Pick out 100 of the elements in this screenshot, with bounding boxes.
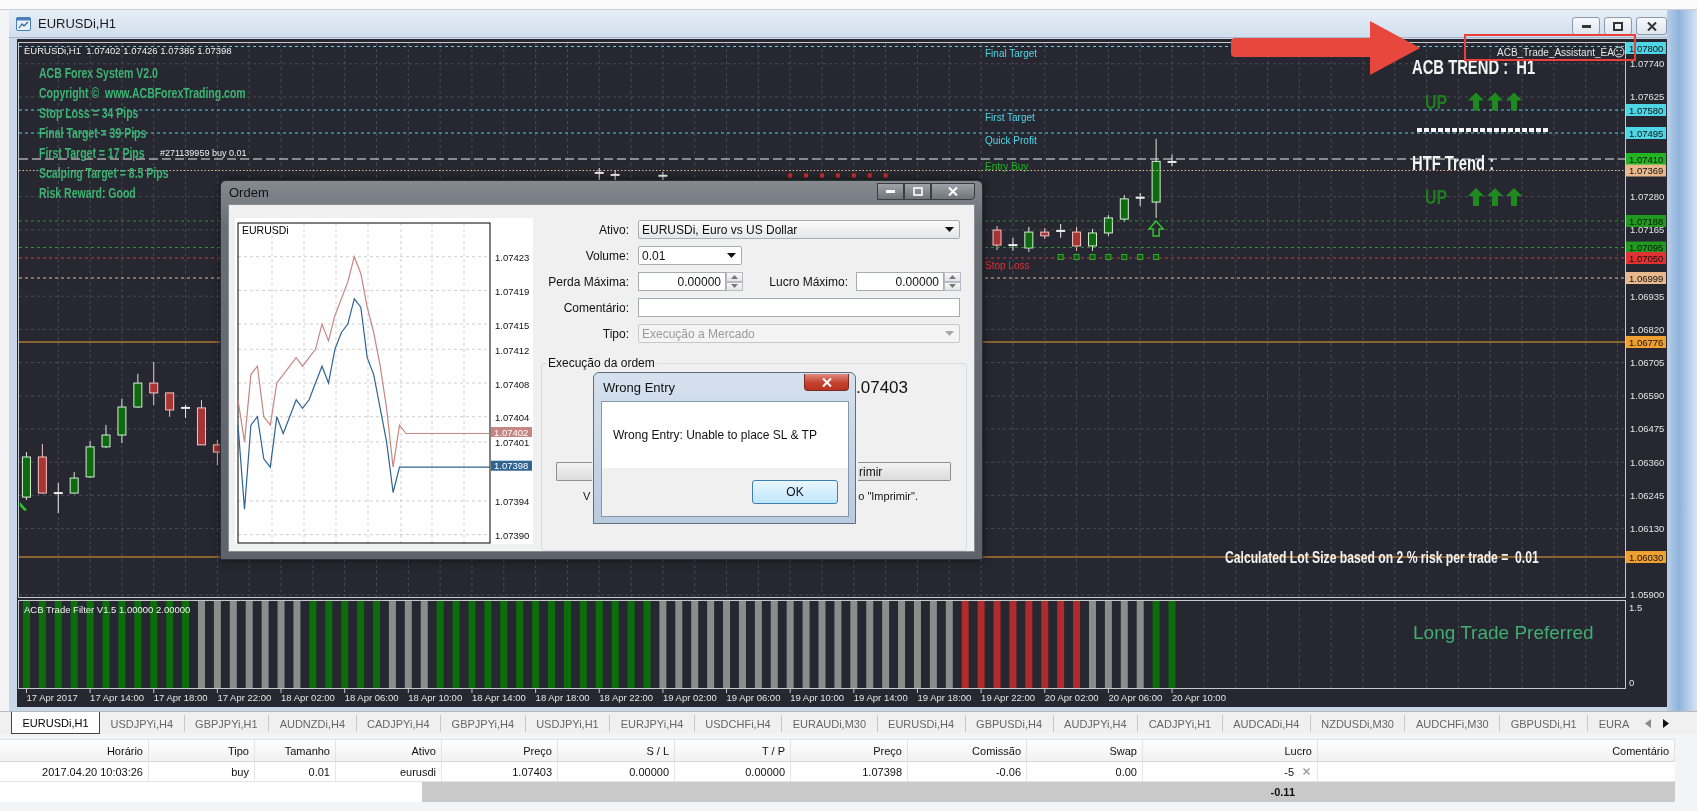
candle <box>1088 228 1097 252</box>
symbol-tab[interactable]: USDJPYi,H1 <box>525 715 611 732</box>
symbol-tab[interactable]: EURJPYi,H4 <box>610 715 695 732</box>
symbol-tab[interactable]: GBPJPYi,H1 <box>184 715 270 732</box>
spin-up-button[interactable] <box>944 272 961 282</box>
candle <box>658 171 668 181</box>
indicator-scale-bottom: 0 <box>1629 676 1635 688</box>
comment-field[interactable] <box>638 298 960 317</box>
column-header[interactable]: T / P <box>675 740 791 761</box>
axis-label: 1.06820 <box>1630 323 1665 335</box>
close-icon <box>1646 21 1657 31</box>
restore-icon <box>1613 21 1623 31</box>
symbol-tab[interactable]: USDJPYi,H4 <box>100 715 185 732</box>
level-marker <box>835 173 840 178</box>
symbol-tab[interactable]: USDCHFi,H4 <box>694 715 783 732</box>
axis-label: 1.06475 <box>1630 423 1665 435</box>
symbol-tab[interactable]: GBPJPYi,H4 <box>441 715 526 732</box>
column-header[interactable]: Swap <box>1027 740 1143 761</box>
column-header[interactable]: Comentário <box>1318 740 1675 761</box>
number-field[interactable]: 0.00000 <box>856 272 944 291</box>
symbol-tab[interactable]: EURUSDi,H4 <box>877 715 966 732</box>
column-header[interactable]: Preço <box>442 740 558 761</box>
info-line: Final Target = 39 Pips <box>39 125 147 141</box>
up-arrow-icon <box>1506 92 1522 111</box>
symbol-tab[interactable]: AUDJPYi,H4 <box>1053 715 1139 732</box>
axis-label: 1.05900 <box>1630 589 1665 601</box>
symbol-tab[interactable]: AUDCHFi,M30 <box>1405 715 1501 732</box>
dropdown[interactable]: 0.01 <box>638 246 742 265</box>
axis-label: 17 Apr 14:00 <box>90 692 144 703</box>
candle <box>1103 214 1113 237</box>
spin-up-button[interactable] <box>726 272 743 282</box>
minimize-button[interactable] <box>1572 17 1600 35</box>
symbol-tab[interactable]: AUDNZDi,H4 <box>269 715 357 732</box>
candle <box>594 167 604 181</box>
window-title: EURUSDi,H1 <box>38 16 116 31</box>
price-tag: 1.07398 <box>491 460 532 472</box>
field-label: Perda Máxima: <box>547 274 629 289</box>
close-button[interactable] <box>1636 17 1667 35</box>
minimize-icon <box>1581 24 1591 28</box>
column-header[interactable]: Comissão <box>908 740 1027 761</box>
dropdown[interactable]: EURUSDi, Euro vs US Dollar <box>638 220 960 239</box>
column-header[interactable]: Lucro <box>1143 740 1318 761</box>
symbol-tab[interactable]: GBPUSDi,H4 <box>965 715 1054 732</box>
symbol-label: EURUSDi <box>242 224 289 236</box>
axis-label: 1.06590 <box>1630 390 1665 402</box>
symbol-tab[interactable]: NZDUSDi,M30 <box>1310 715 1406 732</box>
level-marker <box>867 173 872 178</box>
axis-label: 19 Apr 02:00 <box>662 692 717 703</box>
caret-up-icon <box>731 274 738 279</box>
print-button[interactable]: rimir <box>858 462 951 481</box>
axis-label: 1.07412 <box>495 344 530 356</box>
restore-button[interactable] <box>1604 17 1632 35</box>
axis-label: 18 Apr 10:00 <box>408 692 463 703</box>
spin-down-button[interactable] <box>944 281 961 291</box>
symbol-tab[interactable]: CADJPYi,H1 <box>1138 715 1223 732</box>
price-tag: 1.07495 <box>1626 127 1666 139</box>
symbol-tab[interactable]: EURAUDi,M30 <box>782 715 878 732</box>
order-button[interactable] <box>556 462 592 481</box>
close-button[interactable] <box>804 374 849 391</box>
symbol-tab[interactable]: GBPUSDi,H1 <box>1500 715 1589 732</box>
candle <box>117 398 127 444</box>
minimize-button[interactable] <box>877 183 904 200</box>
candle <box>69 471 79 495</box>
number-field[interactable]: 0.00000 <box>638 272 726 291</box>
axis-label: 1.07280 <box>1630 191 1665 203</box>
maximize-button[interactable] <box>904 183 931 200</box>
scroll-right-icon[interactable] <box>1663 718 1669 728</box>
close-icon <box>821 377 832 387</box>
field-label: Volume: <box>584 248 629 263</box>
axis-label: 1.06935 <box>1630 290 1665 302</box>
axis-label: 1.06245 <box>1630 489 1665 501</box>
column-header[interactable]: Tipo <box>149 740 255 761</box>
column-header[interactable]: S / L <box>558 740 675 761</box>
signal-text: Long Trade Preferred <box>1413 622 1594 643</box>
price-tag: 1.06999 <box>1626 272 1666 284</box>
info-line: ACB Forex System V2.0 <box>39 65 158 81</box>
caret-up-icon <box>949 274 956 279</box>
level-marker <box>1073 254 1080 260</box>
close-button[interactable] <box>931 183 975 200</box>
close-icon[interactable] <box>1303 768 1310 775</box>
axis-label: 18 Apr 02:00 <box>281 692 335 703</box>
column-header[interactable]: Ativo <box>336 740 442 761</box>
scroll-left-icon[interactable] <box>1645 718 1651 728</box>
spin-down-button[interactable] <box>726 281 743 291</box>
ok-button[interactable]: OK <box>752 480 838 504</box>
column-header[interactable]: Horário <box>0 740 149 761</box>
candle <box>53 482 63 514</box>
symbol-tab[interactable]: CADJPYi,H4 <box>356 715 442 732</box>
level-marker <box>1153 254 1160 260</box>
level-marker <box>1137 254 1144 260</box>
symbol-tab[interactable]: EURUSDi,H1 <box>11 712 100 734</box>
axis-label: 1.07408 <box>495 378 530 390</box>
level-marker <box>1057 254 1064 260</box>
symbol-tab[interactable]: AUDCADi,H4 <box>1222 715 1311 732</box>
symbol-tab[interactable]: EURA <box>1588 715 1640 732</box>
minimize-icon <box>886 190 895 193</box>
axis-label: 1.07390 <box>495 530 530 542</box>
frown-face-icon <box>1613 46 1625 58</box>
column-header[interactable]: Tamanho <box>255 740 336 761</box>
column-header[interactable]: Preço <box>791 740 908 761</box>
